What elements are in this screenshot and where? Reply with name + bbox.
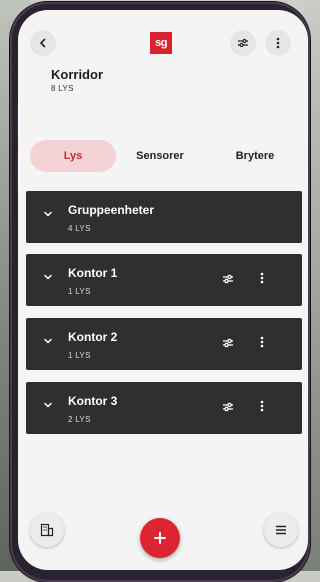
- add-button[interactable]: [140, 518, 180, 558]
- sliders-icon: [238, 38, 248, 48]
- group-name: Gruppeenheter: [68, 203, 155, 217]
- chevron-down-icon[interactable]: [43, 400, 53, 410]
- brand-logo: sg: [150, 32, 172, 54]
- plus-icon: [154, 532, 166, 544]
- group-card[interactable]: Kontor 3 2 LYS: [26, 382, 302, 434]
- sliders-icon[interactable]: [220, 271, 236, 287]
- app-screen: sg Korridor 8 LYS Lys Sensorer Brytere G…: [18, 10, 308, 570]
- chevron-down-icon[interactable]: [43, 272, 53, 282]
- chevron-left-icon: [40, 38, 46, 48]
- back-button[interactable]: [30, 30, 56, 56]
- group-name: Kontor 3: [68, 394, 118, 408]
- group-card[interactable]: Gruppeenheter 4 LYS: [26, 191, 302, 243]
- building-icon: [40, 523, 54, 537]
- page-subtitle: 8 LYS: [51, 84, 74, 93]
- chevron-down-icon[interactable]: [43, 209, 53, 219]
- group-count: 4 LYS: [68, 224, 91, 233]
- chevron-down-icon[interactable]: [43, 336, 53, 346]
- group-card[interactable]: Kontor 1 1 LYS: [26, 254, 302, 306]
- group-name: Kontor 1: [68, 266, 118, 280]
- more-vertical-icon[interactable]: [260, 399, 264, 413]
- more-vertical-icon[interactable]: [260, 271, 264, 285]
- filter-button[interactable]: [230, 30, 256, 56]
- menu-button[interactable]: [264, 513, 298, 547]
- group-count: 1 LYS: [68, 351, 91, 360]
- group-card[interactable]: Kontor 2 1 LYS: [26, 318, 302, 370]
- more-vertical-icon[interactable]: [260, 335, 264, 349]
- more-vertical-icon: [276, 37, 280, 49]
- group-count: 2 LYS: [68, 415, 91, 424]
- sliders-icon[interactable]: [220, 399, 236, 415]
- tab-lys[interactable]: Lys: [30, 140, 116, 172]
- tab-sensorer[interactable]: Sensorer: [120, 140, 200, 172]
- page-title: Korridor: [51, 67, 103, 82]
- group-count: 1 LYS: [68, 287, 91, 296]
- building-button[interactable]: [30, 513, 64, 547]
- logo-text: sg: [155, 37, 167, 49]
- tab-bar: Lys Sensorer Brytere: [30, 140, 300, 172]
- sliders-icon[interactable]: [220, 335, 236, 351]
- more-options-button[interactable]: [265, 30, 291, 56]
- group-name: Kontor 2: [68, 330, 118, 344]
- tab-brytere[interactable]: Brytere: [210, 140, 300, 172]
- menu-icon: [276, 525, 286, 535]
